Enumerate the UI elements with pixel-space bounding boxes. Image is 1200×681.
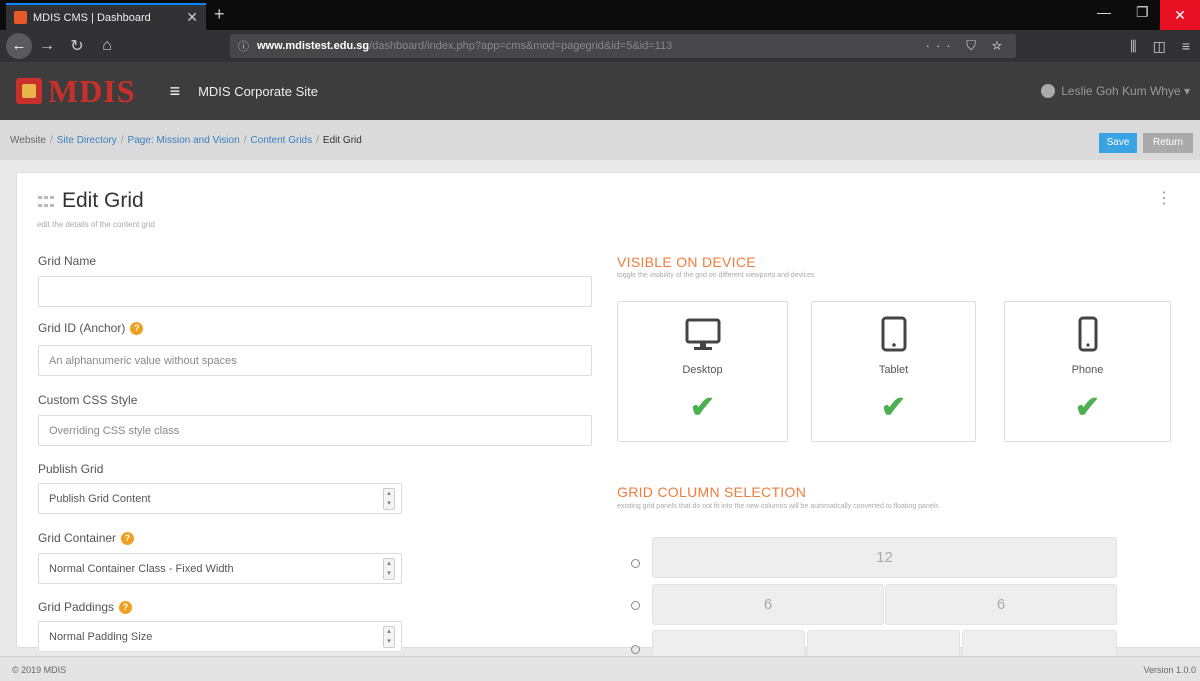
back-icon[interactable]: ← bbox=[6, 33, 32, 59]
publish-grid-select[interactable]: Publish Grid Content ▴ ▾ bbox=[38, 483, 402, 514]
device-name: Tablet bbox=[878, 364, 909, 376]
grid-container-select[interactable]: Normal Container Class - Fixed Width ▴ ▾ bbox=[38, 553, 402, 584]
publish-grid-label: Publish Grid bbox=[38, 462, 104, 476]
favicon-icon bbox=[14, 11, 27, 24]
new-tab-button[interactable]: + bbox=[214, 4, 225, 25]
device-toggle-desktop[interactable]: Desktop ✔ bbox=[617, 301, 788, 442]
tablet-icon bbox=[881, 316, 906, 352]
footer: © 2019 MDIS Version 1.0.0 bbox=[0, 656, 1200, 681]
column-radio-4-4-4[interactable] bbox=[631, 645, 640, 654]
breadcrumb-content-grids[interactable]: Content Grids bbox=[250, 135, 312, 146]
breadcrumb-current: Edit Grid bbox=[322, 134, 362, 146]
maximize-icon[interactable]: ❐ bbox=[1136, 4, 1149, 21]
user-name: Leslie Goh Kum Whye ▾ bbox=[1061, 84, 1190, 98]
browser-tab[interactable]: MDIS CMS | Dashboard ✕ bbox=[6, 3, 206, 30]
breadcrumb-website[interactable]: Website bbox=[10, 135, 46, 146]
column-cell[interactable]: 12 bbox=[652, 537, 1117, 578]
grid-name-input[interactable] bbox=[38, 276, 592, 307]
grid-id-input[interactable] bbox=[38, 345, 592, 376]
address-bar[interactable]: ⓘ www.mdistest.edu.sg /dashboard/index.p… bbox=[230, 34, 1016, 58]
browser-toolbar-right: ⫼ ◫ ≡ bbox=[1130, 30, 1190, 62]
library-icon[interactable]: ⫼ bbox=[1130, 38, 1136, 55]
column-radio-6-6[interactable] bbox=[631, 601, 640, 610]
grid-icon bbox=[38, 196, 54, 210]
url-domain: www.mdistest.edu.sg bbox=[257, 40, 370, 52]
crest-icon bbox=[16, 78, 42, 104]
tab-close-icon[interactable]: ✕ bbox=[186, 9, 198, 26]
window-close-button[interactable]: ✕ bbox=[1160, 0, 1200, 30]
hamburger-icon[interactable]: ≡ bbox=[170, 81, 181, 102]
home-icon[interactable]: ⌂ bbox=[92, 37, 122, 55]
page-actions-icon[interactable]: ··· ⛉ ☆ bbox=[926, 38, 1008, 54]
device-name: Phone bbox=[1071, 364, 1104, 376]
breadcrumb-site-directory[interactable]: Site Directory bbox=[57, 135, 117, 146]
site-name[interactable]: MDIS Corporate Site bbox=[198, 84, 318, 99]
column-selection-title: GRID COLUMN SELECTION bbox=[617, 484, 807, 500]
column-radio-12[interactable] bbox=[631, 559, 640, 568]
select-arrow-icon: ▴ ▾ bbox=[383, 626, 395, 648]
copyright: © 2019 MDIS bbox=[12, 665, 67, 675]
app-header: MDIS ≡ MDIS Corporate Site Leslie Goh Ku… bbox=[0, 62, 1200, 120]
browser-tab-bar: MDIS CMS | Dashboard ✕ + — ❐ ✕ bbox=[0, 0, 1200, 30]
check-icon: ✔ bbox=[880, 391, 907, 424]
tab-title: MDIS CMS | Dashboard bbox=[33, 11, 151, 24]
visible-on-device-title: VISIBLE ON DEVICE bbox=[617, 254, 756, 270]
sidebar-icon[interactable]: ◫ bbox=[1153, 38, 1166, 55]
forward-icon[interactable]: → bbox=[32, 37, 62, 55]
visible-on-device-subtitle: toggle the visibility of the grid on dif… bbox=[617, 272, 815, 279]
help-icon[interactable]: ? bbox=[119, 600, 133, 614]
menu-icon[interactable]: ≡ bbox=[1182, 38, 1190, 54]
column-cell[interactable]: 6 bbox=[652, 584, 884, 625]
grid-paddings-select[interactable]: Normal Padding Size ▴ ▾ bbox=[38, 621, 402, 652]
grid-container-label: Grid Container? bbox=[38, 531, 135, 545]
grid-paddings-label: Grid Paddings? bbox=[38, 600, 133, 614]
reload-icon[interactable]: ↻ bbox=[62, 36, 92, 56]
logo-text: MDIS bbox=[48, 72, 136, 109]
version: Version 1.0.0 bbox=[1143, 665, 1196, 675]
user-menu[interactable]: Leslie Goh Kum Whye ▾ bbox=[1041, 62, 1190, 120]
url-path: /dashboard/index.php?app=cms&mod=pagegri… bbox=[369, 40, 673, 52]
check-icon: ✔ bbox=[1074, 391, 1101, 424]
return-button[interactable]: Return bbox=[1143, 133, 1193, 153]
desktop-icon bbox=[685, 318, 720, 350]
logo[interactable]: MDIS bbox=[16, 73, 136, 110]
user-icon bbox=[1041, 84, 1056, 98]
check-icon: ✔ bbox=[689, 391, 716, 424]
breadcrumb-page[interactable]: Page: Mission and Vision bbox=[128, 135, 240, 146]
more-options-icon[interactable]: ⋮ bbox=[1156, 188, 1172, 208]
custom-css-input[interactable] bbox=[38, 415, 592, 446]
select-arrow-icon: ▴ ▾ bbox=[383, 488, 395, 510]
info-icon: ⓘ bbox=[238, 41, 249, 53]
phone-icon bbox=[1078, 316, 1097, 352]
browser-nav-bar: ← → ↻ ⌂ ⓘ www.mdistest.edu.sg /dashboard… bbox=[0, 30, 1200, 62]
select-arrow-icon: ▴ ▾ bbox=[383, 558, 395, 580]
help-icon[interactable]: ? bbox=[121, 531, 135, 545]
page-title: Edit Grid bbox=[62, 189, 144, 212]
breadcrumb: Website / Site Directory / Page: Mission… bbox=[0, 120, 1200, 160]
grid-id-label: Grid ID (Anchor)? bbox=[38, 321, 144, 335]
custom-css-label: Custom CSS Style bbox=[38, 393, 138, 407]
device-toggle-tablet[interactable]: Tablet ✔ bbox=[811, 301, 976, 442]
help-icon[interactable]: ? bbox=[130, 321, 144, 335]
device-name: Desktop bbox=[682, 364, 723, 376]
column-cell[interactable]: 6 bbox=[885, 584, 1117, 625]
minimize-icon[interactable]: — bbox=[1097, 4, 1111, 20]
device-toggle-phone[interactable]: Phone ✔ bbox=[1004, 301, 1171, 442]
grid-name-label: Grid Name bbox=[38, 254, 97, 268]
save-button[interactable]: Save bbox=[1099, 133, 1137, 153]
column-selection-subtitle: existing grid panels that do not fit int… bbox=[617, 503, 939, 510]
page-subtitle: edit the details of the content grid bbox=[37, 220, 155, 229]
